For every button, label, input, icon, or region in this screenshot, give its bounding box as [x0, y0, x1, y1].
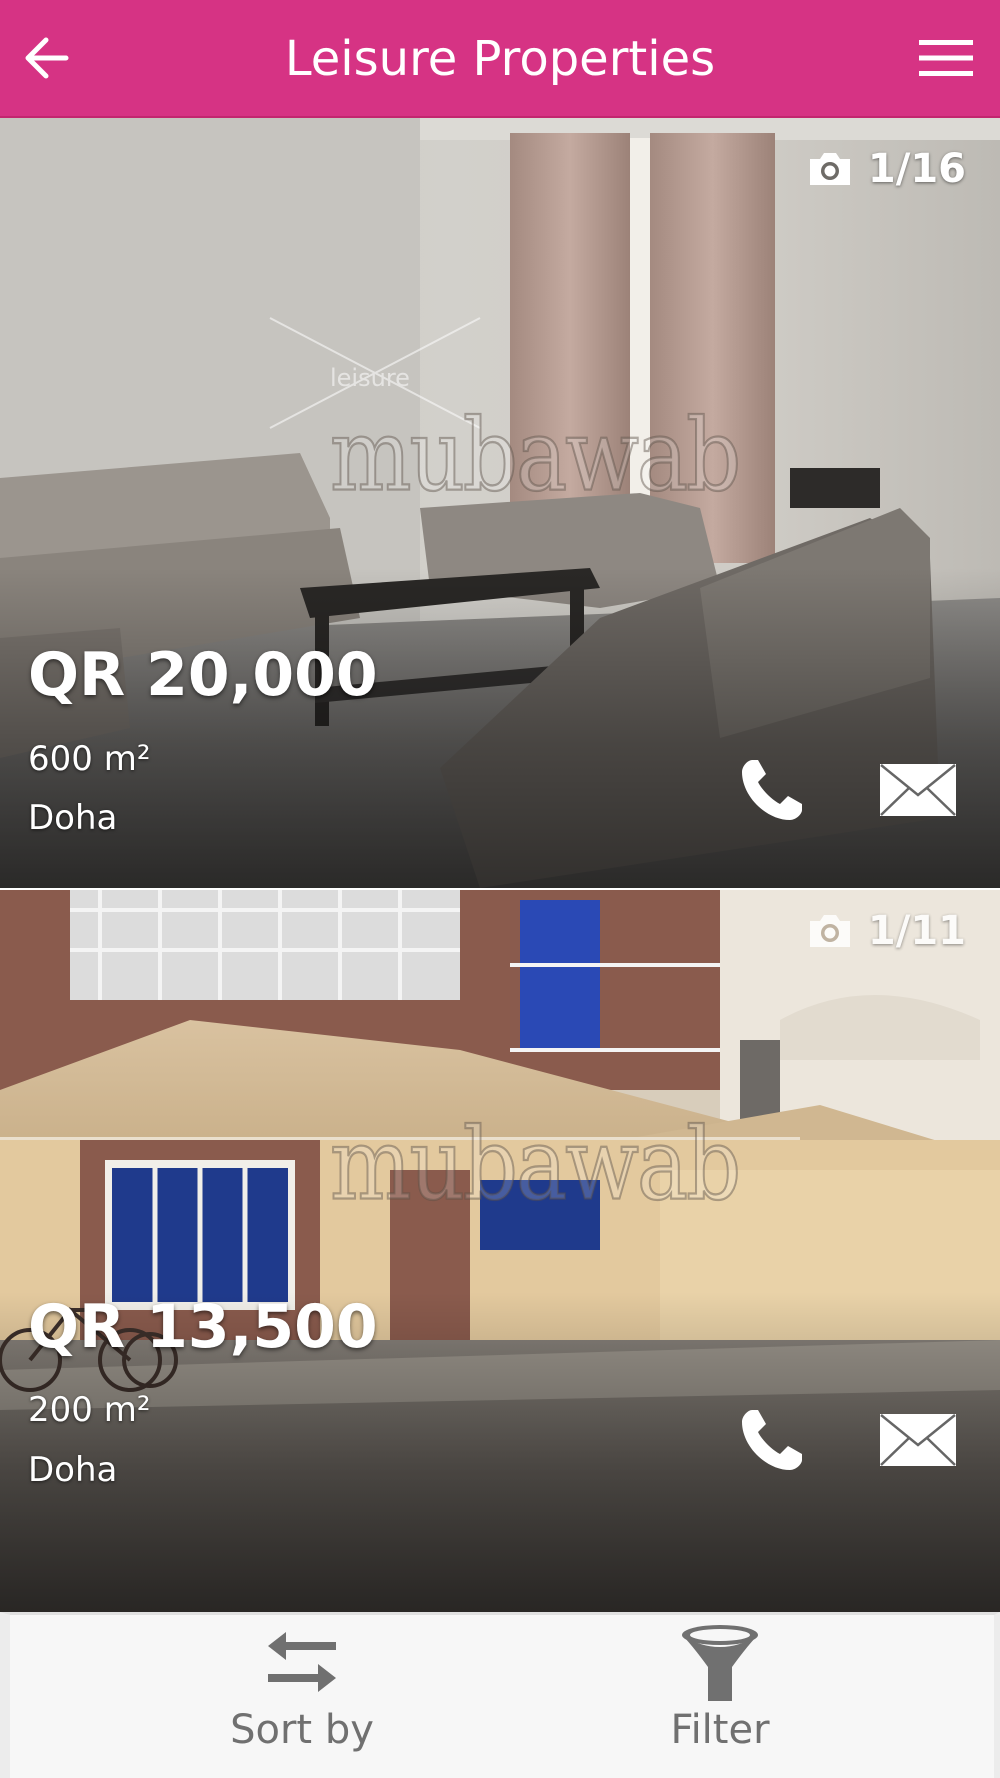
filter-button[interactable]: Filter	[570, 1615, 870, 1778]
listing-card[interactable]: mubawab 1/11 QR 13,500 200 m² Doha	[0, 890, 1000, 1612]
call-button[interactable]	[730, 748, 814, 832]
email-button[interactable]	[876, 1398, 960, 1482]
envelope-icon	[880, 1414, 956, 1466]
sort-by-label: Sort by	[230, 1707, 374, 1753]
watermark-text: mubawab	[329, 397, 742, 514]
photo-counter-text: 1/16	[867, 146, 966, 192]
phone-icon	[742, 1410, 802, 1470]
photo-counter[interactable]: 1/16	[806, 142, 966, 196]
email-button[interactable]	[876, 748, 960, 832]
call-button[interactable]	[730, 1398, 814, 1482]
page-title: Leisure Properties	[284, 31, 716, 87]
phone-icon	[742, 760, 802, 820]
envelope-icon	[880, 764, 956, 816]
bottom-action-bar: Sort by Filter	[0, 1612, 1000, 1778]
photo-counter[interactable]: 1/11	[806, 904, 966, 958]
filter-label: Filter	[670, 1707, 770, 1753]
app-header: Leisure Properties	[0, 0, 1000, 118]
listing-city: Doha	[28, 1450, 118, 1490]
photo-shade	[0, 568, 1000, 888]
watermark-text: mubawab	[329, 1106, 742, 1223]
menu-button[interactable]	[914, 30, 978, 86]
svg-text:leisure: leisure	[330, 364, 410, 392]
photo-counter-text: 1/11	[867, 908, 966, 954]
camera-icon	[806, 911, 854, 951]
listing-area: 600 m²	[28, 739, 151, 779]
listing-price: QR 13,500	[28, 1292, 378, 1362]
hamburger-menu-icon	[919, 40, 973, 76]
sort-by-button[interactable]: Sort by	[152, 1615, 452, 1778]
swap-arrows-icon	[266, 1623, 338, 1703]
listing-price: QR 20,000	[28, 640, 378, 710]
listing-card[interactable]: leisure mubawab 1/16 QR 20,000 600 m² Do…	[0, 118, 1000, 888]
listing-city: Doha	[28, 798, 118, 838]
funnel-icon	[678, 1623, 762, 1703]
listing-area: 200 m²	[28, 1390, 151, 1430]
camera-icon	[806, 149, 854, 189]
